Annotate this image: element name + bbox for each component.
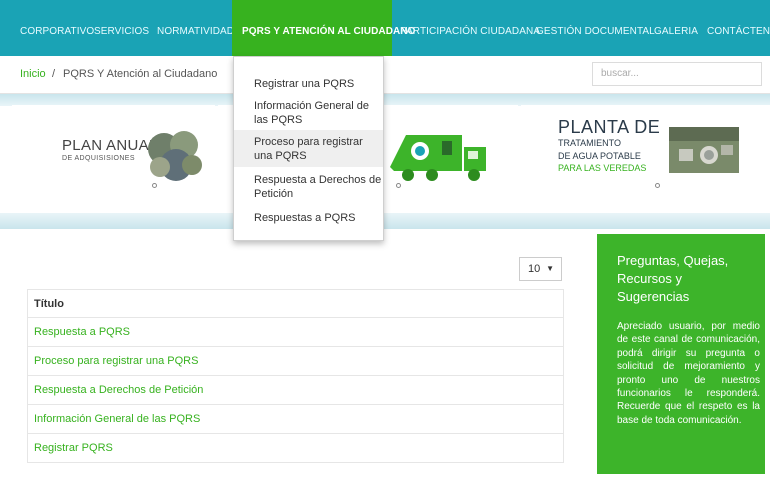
nav-item-contactenos[interactable]: CONTÁCTENOS — [707, 0, 770, 64]
procurement-collage-image — [148, 131, 202, 181]
menu-item-respuesta-peticion[interactable]: Respuesta a Derechos de Petición — [234, 168, 383, 204]
chevron-down-icon: ▼ — [546, 264, 554, 273]
row-link[interactable]: Registrar PQRS — [34, 442, 113, 454]
banner-plan-subtitle: DE ADQUISISIONES — [62, 155, 135, 162]
info-box-text: Apreciado usuario, por medio de este can… — [617, 321, 760, 426]
page-size-select[interactable]: 10 ▼ — [519, 257, 562, 281]
banner-planta-line1: TRATAMIENTO — [558, 138, 621, 148]
banner-planta-line3: PARA LAS VEREDAS — [558, 163, 647, 173]
decorative-band-bottom — [0, 213, 770, 229]
nav-item-servicios[interactable]: SERVICIOS — [94, 0, 149, 64]
carousel-dot[interactable] — [655, 183, 660, 188]
search-input[interactable]: buscar... — [592, 62, 762, 86]
banner-planta-title: PLANTA DE — [558, 117, 661, 137]
row-link[interactable]: Respuesta a Derechos de Petición — [34, 384, 203, 396]
top-navigation: CORPORATIVO SERVICIOS NORMATIVIDAD PQRS … — [0, 0, 770, 64]
carousel-dot[interactable] — [152, 183, 157, 188]
pqrs-table: Título Respuesta a PQRS Proceso para reg… — [27, 289, 564, 463]
table-header-row: Título — [27, 289, 564, 318]
menu-item-proceso-registrar[interactable]: Proceso para registrar una PQRS — [234, 130, 383, 167]
table-row: Respuesta a Derechos de Petición — [27, 376, 564, 405]
nav-item-gestion-documental[interactable]: GESTIÓN DOCUMENTAL — [536, 0, 655, 64]
breadcrumb-current: PQRS Y Atención al Ciudadano — [63, 68, 218, 80]
table-row: Información General de las PQRS — [27, 405, 564, 434]
page-size-value: 10 — [528, 263, 541, 275]
nav-item-participacion[interactable]: PARTICIPACIÓN CIUDADANA — [400, 0, 540, 64]
pqrs-dropdown-menu: Registrar una PQRS Información General d… — [233, 56, 384, 241]
nav-item-galeria[interactable]: GALERIA — [654, 0, 698, 64]
table-row: Registrar PQRS — [27, 434, 564, 463]
search-placeholder: buscar... — [601, 68, 639, 79]
table-row: Proceso para registrar una PQRS — [27, 347, 564, 376]
nav-item-normatividad[interactable]: NORMATIVIDAD — [157, 0, 234, 64]
banner-plan-anual[interactable]: PLAN ANUAL DE ADQUISISIONES — [12, 105, 215, 214]
breadcrumb-separator: / — [52, 68, 56, 80]
row-link[interactable]: Respuesta a PQRS — [34, 326, 130, 338]
banner-planta-line2: DE AGUA POTABLE — [558, 151, 641, 161]
menu-item-informacion-general[interactable]: Información General de las PQRS — [234, 97, 383, 129]
row-link[interactable]: Información General de las PQRS — [34, 413, 200, 425]
nav-item-corporativo[interactable]: CORPORATIVO — [20, 0, 94, 64]
column-header-titulo[interactable]: Título — [34, 298, 64, 310]
breadcrumb-home-link[interactable]: Inicio — [20, 68, 46, 80]
water-plant-photo — [669, 127, 739, 173]
nav-item-pqrs[interactable]: PQRS Y ATENCIÓN AL CIUDADANO — [232, 0, 415, 64]
menu-item-respuestas-pqrs[interactable]: Respuestas a PQRS — [234, 207, 383, 231]
info-box-title: Preguntas, Quejas, Recursos y Sugerencia… — [617, 253, 729, 304]
carousel-dot[interactable] — [396, 183, 401, 188]
menu-item-registrar[interactable]: Registrar una PQRS — [234, 72, 383, 96]
garbage-truck-image — [390, 135, 486, 181]
banner-planta[interactable]: PLANTA DE TRATAMIENTO DE AGUA POTABLE PA… — [521, 105, 770, 214]
pqrs-info-box: Preguntas, Quejas, Recursos y Sugerencia… — [597, 234, 765, 474]
table-row: Respuesta a PQRS — [27, 318, 564, 347]
row-link[interactable]: Proceso para registrar una PQRS — [34, 355, 198, 367]
